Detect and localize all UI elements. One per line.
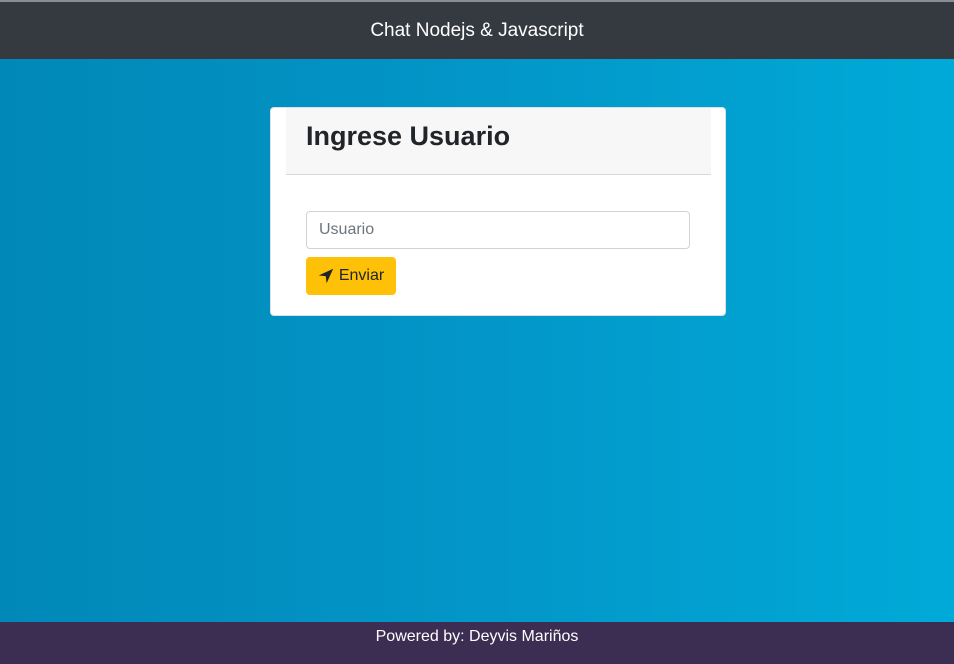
send-button-label: Enviar	[338, 267, 385, 284]
card-header: Ingrese Usuario	[286, 108, 711, 175]
card-heading: Ingrese Usuario	[306, 121, 511, 151]
send-button[interactable]: Enviar	[306, 257, 396, 295]
location-arrow-icon	[318, 268, 334, 284]
login-card: Ingrese Usuario Enviar	[270, 107, 726, 316]
footer-credit: Powered by: Deyvis Mariños	[375, 628, 579, 645]
footer: Powered by: Deyvis Mariños	[0, 622, 954, 664]
app-title: Chat Nodejs & Javascript	[370, 20, 584, 41]
username-input[interactable]	[306, 211, 690, 249]
navbar: Chat Nodejs & Javascript	[0, 2, 954, 59]
